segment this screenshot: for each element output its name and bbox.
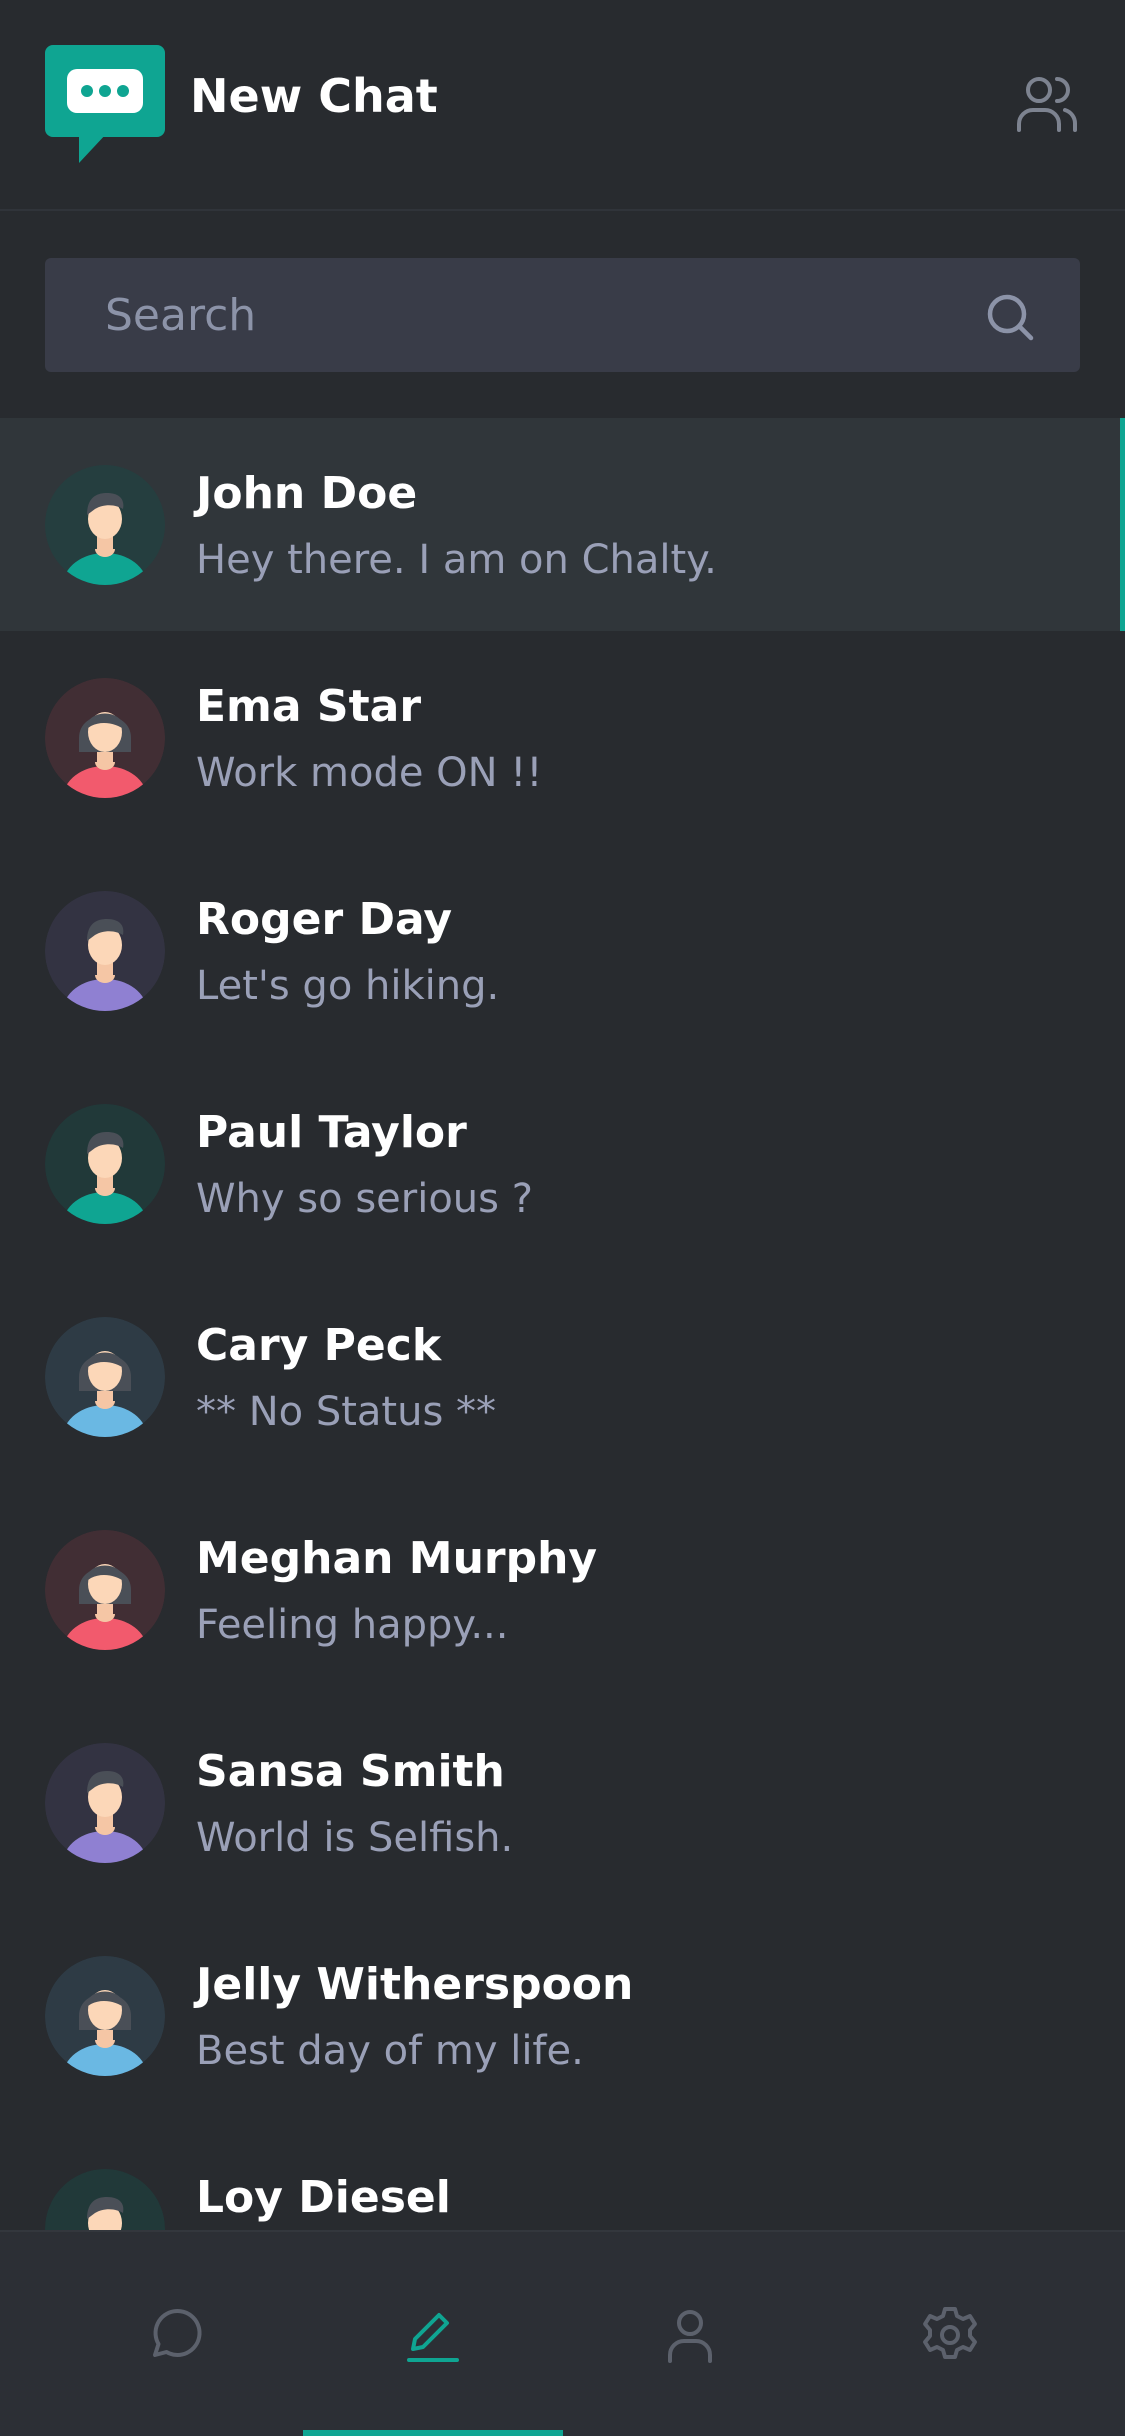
edit-pen-icon (407, 2313, 459, 2362)
search-icon[interactable] (985, 292, 1035, 342)
contact-row[interactable]: Loy Diesel (0, 2122, 1125, 2230)
nav-settings[interactable] (820, 2232, 1080, 2436)
contact-name: Loy Diesel (196, 2172, 451, 2223)
contact-status: Hey there. I am on Chalty. (196, 537, 717, 583)
male-avatar-icon (45, 1104, 165, 1224)
user-icon (668, 2310, 712, 2363)
female-avatar-icon (45, 678, 165, 798)
contact-name: Meghan Murphy (196, 1533, 598, 1584)
avatar (45, 1530, 165, 1650)
nav-new-chat[interactable] (303, 2232, 563, 2436)
settings-gear-icon (923, 2307, 977, 2359)
contact-name: Sansa Smith (196, 1746, 505, 1797)
contact-row[interactable]: Jelly Witherspoon Best day of my life. (0, 1909, 1125, 2122)
page-title: New Chat (190, 69, 438, 123)
contact-row[interactable]: Sansa Smith World is Selfish. (0, 1696, 1125, 1909)
app-header: New Chat (0, 0, 1125, 211)
contact-name: John Doe (196, 468, 418, 519)
contact-row[interactable]: John Doe Hey there. I am on Chalty. (0, 418, 1125, 631)
contact-status: ** No Status ** (196, 1389, 496, 1435)
avatar (45, 1104, 165, 1224)
contact-name: Jelly Witherspoon (196, 1959, 634, 2010)
male-avatar-icon (45, 891, 165, 1011)
male-avatar-icon (45, 1743, 165, 1863)
active-tab-indicator (303, 2430, 563, 2436)
nav-profile[interactable] (560, 2232, 820, 2436)
contact-list: John Doe Hey there. I am on Chalty. Ema St… (0, 418, 1125, 2230)
users-icon (1017, 77, 1077, 132)
contact-name: Cary Peck (196, 1320, 442, 1371)
contact-status: Best day of my life. (196, 2028, 584, 2074)
avatar (45, 1743, 165, 1863)
avatar (45, 465, 165, 585)
female-avatar-icon (45, 1317, 165, 1437)
female-avatar-icon (45, 1956, 165, 2076)
contacts-button[interactable] (1015, 74, 1079, 134)
avatar (45, 678, 165, 798)
avatar (45, 2169, 165, 2230)
contact-status: Feeling happy... (196, 1602, 509, 1648)
male-avatar-icon (45, 2169, 165, 2230)
contact-name: Roger Day (196, 894, 453, 945)
avatar (45, 1956, 165, 2076)
female-avatar-icon (45, 1530, 165, 1650)
contact-row[interactable]: Cary Peck ** No Status ** (0, 1270, 1125, 1483)
chat-bubble-icon (153, 2308, 202, 2357)
male-avatar-icon (45, 465, 165, 585)
contact-status: World is Selfish. (196, 1815, 514, 1861)
contact-status: Why so serious ? (196, 1176, 533, 1222)
contact-name: Paul Taylor (196, 1107, 467, 1158)
bottom-nav (0, 2230, 1125, 2436)
contact-status: Let's go hiking. (196, 963, 500, 1009)
avatar (45, 1317, 165, 1437)
contact-row[interactable]: Ema Star Work mode ON !! (0, 631, 1125, 844)
contact-row[interactable]: Meghan Murphy Feeling happy... (0, 1483, 1125, 1696)
search-bar (45, 258, 1080, 372)
search-input[interactable] (45, 258, 945, 372)
avatar (45, 891, 165, 1011)
contact-name: Ema Star (196, 681, 422, 732)
contact-row[interactable]: Paul Taylor Why so serious ? (0, 1057, 1125, 1270)
contact-status: Work mode ON !! (196, 750, 543, 796)
nav-chats[interactable] (45, 2232, 305, 2436)
contact-row[interactable]: Roger Day Let's go hiking. (0, 844, 1125, 1057)
chat-bubble-dots-icon (45, 45, 165, 163)
